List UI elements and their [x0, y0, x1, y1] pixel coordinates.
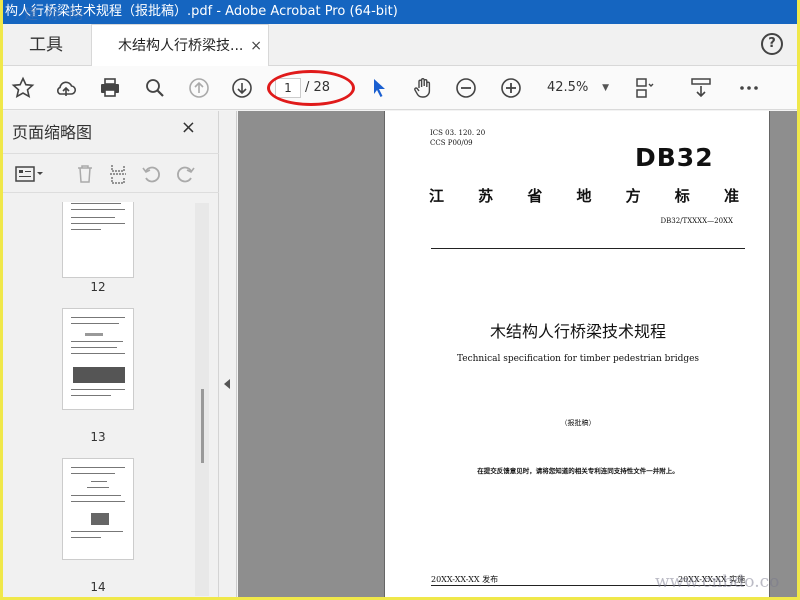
- zoom-value: 42.5%: [547, 80, 589, 95]
- main-toolbar: 1 / 28 42.5% ▼: [3, 66, 797, 110]
- page-thumbnail[interactable]: [62, 458, 134, 560]
- publish-date: 20XX-XX-XX 发布: [431, 575, 499, 584]
- thumbnail-page-number: 12: [90, 280, 106, 294]
- thumbnail-page-number: 14: [90, 580, 106, 594]
- patent-note: 在提交反馈意见时，请将您知道的相关专利连同支持性文件一并附上。: [477, 467, 679, 475]
- zoom-out-icon[interactable]: [452, 74, 480, 102]
- highlight-ring: [267, 70, 355, 106]
- document-title: 木结构人行桥梁技术规程: [489, 322, 666, 341]
- doc-classification: ICS 03. 120. 20 CCS P00/09: [430, 128, 485, 148]
- standard-char: 苏: [478, 187, 494, 205]
- watermark-bottom-right: www.cnbdo.co: [655, 572, 780, 592]
- document-subtitle: Technical specification for timber pedes…: [456, 354, 700, 364]
- ccs-code: CCS P00/09: [430, 139, 473, 147]
- app-window: 构人行桥梁技术规程（报批稿）.pdf - Adobe Acrobat Pro (…: [3, 0, 797, 597]
- close-tab-icon[interactable]: ×: [250, 25, 262, 67]
- thumbnail-toolbar: [3, 153, 219, 193]
- close-panel-icon[interactable]: ×: [181, 117, 196, 138]
- thumbnail-page-number: 13: [90, 430, 106, 444]
- cloud-upload-icon[interactable]: [52, 74, 80, 102]
- scrollbar-thumb[interactable]: [201, 389, 204, 463]
- tab-document-label: 木结构人行桥梁技...: [118, 38, 244, 54]
- standard-char: 地: [576, 187, 592, 205]
- select-arrow-icon[interactable]: [365, 74, 393, 102]
- watermark-top-left: 建 标 网: [24, 7, 85, 23]
- delete-page-icon[interactable]: [71, 160, 99, 188]
- header-rule: [431, 248, 745, 249]
- tab-tools[interactable]: 工具: [3, 24, 89, 66]
- standard-char: 标: [674, 187, 690, 205]
- zoom-in-icon[interactable]: [497, 74, 525, 102]
- pdf-page: ICS 03. 120. 20 CCS P00/09 DB32 江 苏 省 地 …: [384, 111, 770, 597]
- page-thumbnail[interactable]: [62, 202, 134, 278]
- thumbnail-list: 12 13 14: [3, 202, 209, 597]
- page-thumbnail[interactable]: [62, 308, 134, 410]
- help-icon[interactable]: ?: [761, 33, 783, 55]
- bookmark-star-icon[interactable]: [9, 74, 37, 102]
- chevron-down-icon: ▼: [602, 83, 609, 93]
- print-icon[interactable]: [96, 74, 124, 102]
- standard-type: 江 苏 省 地 方 标 准: [429, 185, 739, 206]
- tab-bar: 工具 木结构人行桥梁技... × ?: [3, 24, 797, 67]
- thumbnail-options-icon[interactable]: [11, 160, 47, 188]
- thumbnail-panel: 页面缩略图 × 12 13 14: [3, 111, 219, 597]
- next-page-icon[interactable]: [228, 74, 256, 102]
- previous-page-icon[interactable]: [185, 74, 213, 102]
- more-options-icon[interactable]: [735, 74, 763, 102]
- rotate-clockwise-icon[interactable]: [171, 160, 199, 188]
- draft-label: （报批稿）: [560, 419, 596, 427]
- rotate-counterclockwise-icon[interactable]: [138, 160, 166, 188]
- standard-char: 江: [429, 187, 445, 205]
- page-layout-icon[interactable]: [631, 74, 659, 102]
- search-icon[interactable]: [141, 74, 169, 102]
- zoom-select[interactable]: 42.5% ▼: [539, 76, 615, 100]
- hand-tool-icon[interactable]: [409, 74, 437, 102]
- tab-document[interactable]: 木结构人行桥梁技... ×: [91, 24, 269, 67]
- panel-title: 页面缩略图: [12, 123, 93, 142]
- collapse-left-icon[interactable]: [224, 379, 230, 389]
- window-title: 构人行桥梁技术规程（报批稿）.pdf - Adobe Acrobat Pro (…: [3, 0, 797, 24]
- standard-code: DB32/TXXXX—20XX: [660, 217, 734, 225]
- standard-char: 准: [723, 187, 739, 205]
- standard-char: 方: [625, 187, 641, 205]
- panel-collapse-bar[interactable]: [219, 111, 237, 597]
- standard-char: 省: [527, 187, 543, 205]
- extract-page-icon[interactable]: [104, 160, 132, 188]
- document-view[interactable]: ICS 03. 120. 20 CCS P00/09 DB32 江 苏 省 地 …: [238, 111, 797, 597]
- scroll-mode-icon[interactable]: [687, 74, 715, 102]
- db-mark: DB32: [635, 143, 714, 172]
- ics-code: ICS 03. 120. 20: [430, 129, 486, 137]
